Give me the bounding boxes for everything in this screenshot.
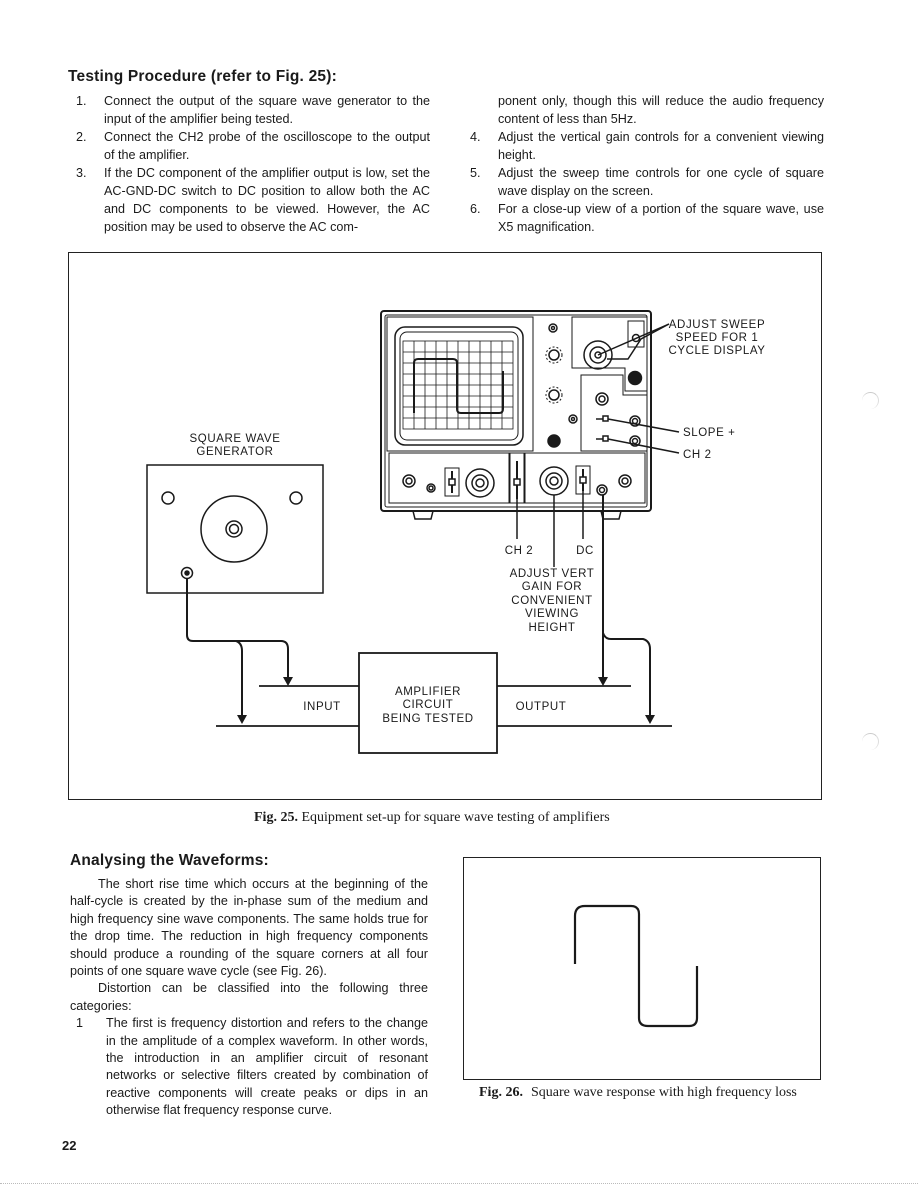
figure-26-caption-text: Square wave response with high frequency… (530, 1085, 797, 1100)
amplifier-label-line3: BEING TESTED (382, 713, 473, 725)
step-item: 4. Adjust the vertical gain controls for… (462, 128, 824, 164)
ch1-volts-div-knob-icon (465, 468, 495, 498)
step-text: If the DC component of the amplifier out… (104, 166, 430, 234)
step-item: 6. For a close-up view of a portion of t… (462, 200, 824, 236)
category-number: 1 (76, 1016, 84, 1031)
amplifier-label-line2: CIRCUIT (403, 699, 454, 711)
sweep-vernier-knob-icon (627, 370, 643, 386)
ch1-position-knob-icon (402, 474, 416, 488)
analysing-body: The short rise time which occurs at the … (70, 876, 428, 1120)
figure-26-caption: Fig. 26. Square wave response with high … (479, 1085, 819, 1101)
amplifier-label-line1: AMPLIFIER (395, 686, 461, 698)
generator-label-line1: SQUARE WAVE (190, 433, 281, 445)
ch2-input-jack-icon (596, 484, 608, 496)
generator-screw-right-icon (289, 491, 303, 505)
small-knob-icon (548, 323, 558, 333)
ch2-position-knob-icon (618, 474, 632, 488)
mode-switch (513, 478, 521, 486)
generator-dial-center-icon (225, 520, 243, 538)
step-text: ponent only, though this will reduce the… (498, 94, 824, 126)
generator-dial-icon (200, 495, 268, 563)
vert-callout-line1: ADJUST VERT (510, 568, 595, 580)
crt-trace-square-wave (413, 358, 504, 414)
ch2-ground-wire (602, 632, 651, 719)
generator-to-ground-wire (235, 640, 243, 719)
category-text: The first is frequency distortion and re… (106, 1016, 428, 1118)
equipment-setup-diagram: SQUARE WAVE GENERATOR ADJUST SWEEP SPEED… (146, 310, 765, 754)
rounded-square-wave-trace (573, 904, 699, 1028)
figure-25-caption-text: Equipment set-up for square wave testing… (301, 810, 610, 825)
step-item: 5. Adjust the sweep time controls for on… (462, 164, 824, 200)
vert-callout-line4: VIEWING (525, 608, 579, 620)
input-label: INPUT (303, 701, 341, 713)
figure-25-caption-label: Fig. 25. (254, 810, 298, 825)
step-item: 3. If the DC component of the amplifier … (68, 164, 430, 236)
trigger-level-knob-icon (595, 392, 609, 406)
step-text: Connect the output of the square wave ge… (104, 94, 430, 126)
oscilloscope-foot (412, 510, 434, 520)
testing-steps-left-column: 1. Connect the output of the square wave… (68, 92, 430, 236)
figure-26-caption-label: Fig. 26. (479, 1085, 523, 1100)
step-number: 6. (470, 202, 481, 216)
vert-callout-line5: HEIGHT (528, 622, 575, 634)
square-wave-hf-loss-plot (573, 904, 699, 1028)
small-knob-icon (568, 414, 578, 424)
analysing-paragraph: The short rise time which occurs at the … (70, 877, 428, 979)
distortion-category-item: 1 The first is frequency distortion and … (70, 1015, 428, 1119)
focus-knob-icon (548, 389, 560, 401)
step-item-continued: ponent only, though this will reduce the… (462, 92, 824, 128)
generator-body (146, 464, 324, 594)
step-item: 1. Connect the output of the square wave… (68, 92, 430, 128)
figure-25-caption: Fig. 25. Equipment set-up for square wav… (254, 810, 610, 826)
ch2-callout-bottom: CH 2 (505, 545, 534, 557)
generator-label-line2: GENERATOR (196, 446, 273, 458)
analysing-waveforms-heading: Analysing the Waveforms: (70, 852, 269, 869)
step-number: 1. (76, 94, 87, 108)
punch-hole-mark (862, 733, 879, 750)
intensity-knob-icon (548, 349, 560, 361)
analysing-paragraph: Distortion can be classified into the fo… (70, 981, 428, 1013)
power-button-icon (547, 434, 561, 448)
ch2-callout-right: CH 2 (683, 449, 712, 461)
oscilloscope (380, 310, 652, 520)
step-number: 3. (76, 166, 87, 180)
step-text: Connect the CH2 probe of the oscilloscop… (104, 130, 430, 162)
page-edge-line (0, 1183, 918, 1184)
vert-callout-line3: CONVENIENT (511, 595, 592, 607)
sweep-callout-line2: SPEED FOR 1 (676, 332, 759, 344)
punch-hole-mark (862, 392, 879, 409)
page-number: 22 (62, 1138, 77, 1153)
output-label: OUTPUT (516, 701, 567, 713)
step-item: 2. Connect the CH2 probe of the oscillos… (68, 128, 430, 164)
dc-callout: DC (576, 545, 594, 557)
testing-procedure-heading: Testing Procedure (refer to Fig. 25): (68, 68, 337, 85)
step-text: Adjust the vertical gain controls for a … (498, 130, 824, 162)
step-text: Adjust the sweep time controls for one c… (498, 166, 824, 198)
sweep-callout-line3: CYCLE DISPLAY (668, 345, 765, 357)
ch2-volts-div-knob-icon (539, 466, 569, 496)
slope-callout: SLOPE + (683, 427, 735, 439)
sweep-callout-line1: ADJUST SWEEP (669, 319, 765, 331)
testing-steps-right-column: ponent only, though this will reduce the… (462, 92, 824, 236)
generator-screw-left-icon (161, 491, 175, 505)
vert-callout-line2: GAIN FOR (522, 581, 582, 593)
figure-26-frame (463, 857, 821, 1080)
step-number: 4. (470, 130, 481, 144)
step-number: 2. (76, 130, 87, 144)
callout-lines (516, 323, 680, 567)
figure-25-frame: SQUARE WAVE GENERATOR ADJUST SWEEP SPEED… (68, 252, 822, 800)
step-text: For a close-up view of a portion of the … (498, 202, 824, 234)
step-number: 5. (470, 166, 481, 180)
square-wave-generator (146, 464, 324, 594)
